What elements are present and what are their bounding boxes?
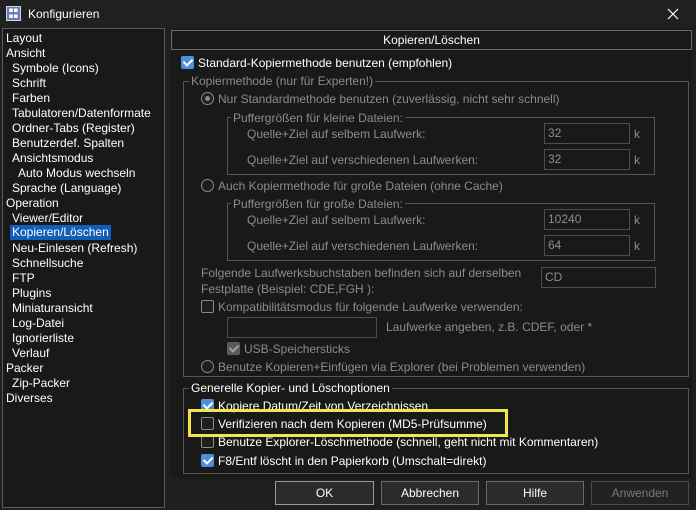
app-icon: ▪▪ ▪▪: [6, 6, 21, 21]
recycle-bin-checkbox[interactable]: [201, 454, 214, 467]
ok-button[interactable]: OK: [275, 481, 374, 505]
only-standard-label: Nur Standardmethode benutzen (zuverlässi…: [218, 92, 560, 106]
compat-drives-hint: Laufwerke angeben, z.B. CDEF, oder *: [386, 320, 593, 334]
tree-item-ordner-tabs[interactable]: Ordner-Tabs (Register): [12, 121, 135, 136]
small-same-drive-unit: k: [634, 127, 640, 141]
tree-item-layout[interactable]: Layout: [6, 31, 42, 46]
compat-drives-input[interactable]: [227, 317, 377, 338]
small-same-drive-label: Quelle+Ziel auf selbem Laufwerk:: [247, 127, 426, 141]
tree-item-ansichtsmodus[interactable]: Ansichtsmodus: [12, 151, 93, 166]
copy-method-group-title: Kopiermethode (nur für Experten!): [189, 74, 376, 88]
tree-item-diverses[interactable]: Diverses: [6, 391, 53, 406]
page-title: Kopieren/Löschen: [171, 30, 692, 50]
small-diff-drive-input[interactable]: 32: [544, 149, 630, 170]
drive-letters-label-line2: Festplatte (Beispiel: CDE,FGH ):: [201, 282, 375, 296]
tree-item-farben[interactable]: Farben: [12, 91, 50, 106]
apply-button[interactable]: Anwenden: [591, 481, 689, 505]
tree-item-operation[interactable]: Operation: [6, 196, 59, 211]
large-files-group-title: Puffergrößen für große Dateien:: [231, 197, 405, 211]
large-diff-drive-unit: k: [634, 239, 640, 253]
drive-letters-label-line1: Folgende Laufwerksbuchstaben befinden si…: [201, 266, 522, 280]
tree-item-verlauf[interactable]: Verlauf: [12, 346, 49, 361]
close-button[interactable]: [650, 0, 696, 28]
tree-item-packer[interactable]: Packer: [6, 361, 43, 376]
drive-letters-input[interactable]: CD: [541, 267, 656, 288]
standard-method-checkbox[interactable]: [181, 56, 194, 69]
tree-item-schnellsuche[interactable]: Schnellsuche: [12, 256, 83, 271]
large-diff-drive-input[interactable]: 64: [544, 235, 630, 256]
large-same-drive-input[interactable]: 10240: [544, 209, 630, 230]
general-options-group-title: Generelle Kopier- und Löschoptionen: [189, 381, 392, 395]
explorer-delete-label: Benutze Explorer-Löschmethode (schnell, …: [218, 435, 599, 449]
window-title: Konfigurieren: [28, 7, 100, 21]
explorer-paste-label: Benutze Kopieren+Einfügen via Explorer (…: [218, 360, 586, 374]
tree-item-kopieren-loeschen[interactable]: Kopieren/Löschen: [10, 225, 111, 240]
highlight-box: [188, 409, 508, 437]
tree-item-plugins[interactable]: Plugins: [12, 286, 51, 301]
cancel-button[interactable]: Abbrechen: [381, 481, 479, 505]
standard-method-label: Standard-Kopiermethode benutzen (empfohl…: [198, 56, 453, 70]
settings-tree[interactable]: Layout Ansicht Symbole (Icons) Schrift F…: [2, 28, 165, 508]
small-files-group-title: Puffergrößen für kleine Dateien:: [231, 111, 405, 125]
tree-item-auto-modus[interactable]: Auto Modus wechseln: [18, 166, 135, 181]
tree-item-ftp[interactable]: FTP: [12, 271, 35, 286]
tree-item-symbole[interactable]: Symbole (Icons): [12, 61, 99, 76]
tree-item-viewer-editor[interactable]: Viewer/Editor: [12, 211, 83, 226]
small-same-drive-input[interactable]: 32: [544, 123, 630, 144]
explorer-paste-radio[interactable]: [201, 360, 214, 373]
tree-item-neu-einlesen[interactable]: Neu-Einlesen (Refresh): [12, 241, 137, 256]
large-same-drive-unit: k: [634, 213, 640, 227]
close-icon: [667, 8, 679, 20]
small-diff-drive-label: Quelle+Ziel auf verschiedenen Laufwerken…: [247, 153, 479, 167]
recycle-bin-label: F8/Entf löscht in den Papierkorb (Umscha…: [218, 454, 487, 468]
tree-item-tabulatoren[interactable]: Tabulatoren/Datenformate: [12, 106, 151, 121]
tree-item-schrift[interactable]: Schrift: [12, 76, 46, 91]
tree-item-zip-packer[interactable]: Zip-Packer: [12, 376, 70, 391]
tree-item-miniaturansicht[interactable]: Miniaturansicht: [12, 301, 93, 316]
compat-mode-label: Kompatibilitätsmodus für folgende Laufwe…: [218, 300, 523, 314]
tree-item-ansicht[interactable]: Ansicht: [6, 46, 45, 61]
large-same-drive-label: Quelle+Ziel auf selbem Laufwerk:: [247, 213, 426, 227]
usb-stick-checkbox[interactable]: [227, 342, 240, 355]
tree-item-log-datei[interactable]: Log-Datei: [12, 316, 64, 331]
large-method-label: Auch Kopiermethode für große Dateien (oh…: [218, 179, 503, 193]
title-bar: ▪▪ ▪▪ Konfigurieren: [0, 0, 696, 28]
large-diff-drive-label: Quelle+Ziel auf verschiedenen Laufwerken…: [247, 239, 479, 253]
tree-item-benutzerdef-spalten[interactable]: Benutzerdef. Spalten: [12, 136, 124, 151]
compat-mode-checkbox[interactable]: [201, 300, 214, 313]
only-standard-radio[interactable]: [201, 92, 214, 105]
usb-stick-label: USB-Speichersticks: [244, 342, 351, 356]
tree-item-ignorierliste[interactable]: Ignorierliste: [12, 331, 74, 346]
tree-item-sprache[interactable]: Sprache (Language): [12, 181, 121, 196]
help-button[interactable]: Hilfe: [486, 481, 584, 505]
small-diff-drive-unit: k: [634, 153, 640, 167]
large-method-radio[interactable]: [201, 179, 214, 192]
